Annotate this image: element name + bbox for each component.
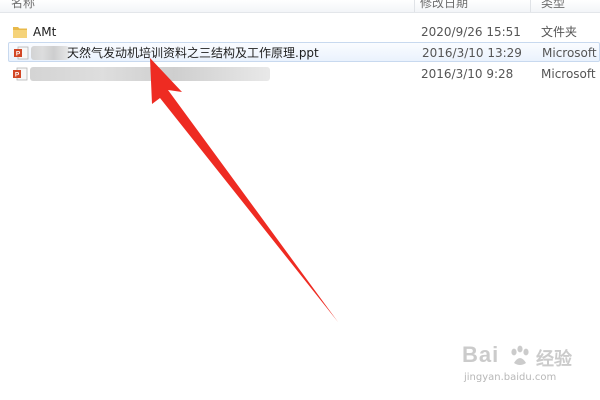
baidu-jingyan-watermark: Bai 经验 jingyan.baidu.com [462, 340, 592, 390]
watermark-cn: 经验 [536, 349, 572, 370]
watermark-brand: Bai [462, 342, 500, 367]
watermark-url: jingyan.baidu.com [464, 372, 557, 383]
paw-icon [511, 345, 529, 365]
